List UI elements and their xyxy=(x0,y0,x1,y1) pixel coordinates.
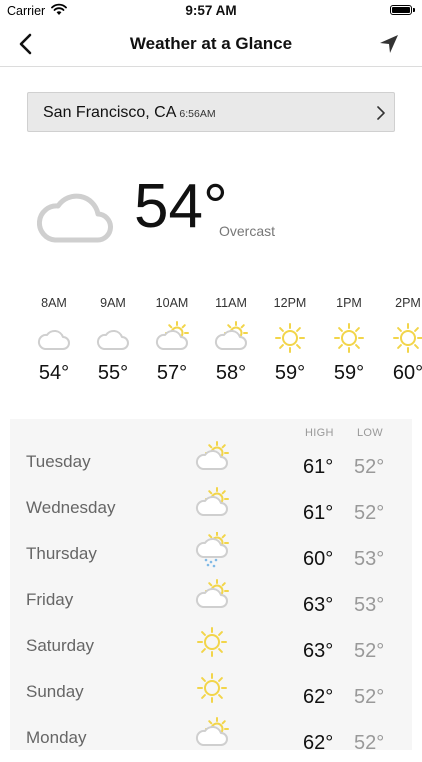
day-high: 62° xyxy=(303,732,334,754)
partly-sunny-icon xyxy=(194,486,230,522)
location-time: 6:56AM xyxy=(179,108,216,120)
partly-sunny-icon xyxy=(194,716,230,752)
cloud-icon xyxy=(37,193,113,243)
sun-icon xyxy=(194,670,230,706)
current-temperature: 54° xyxy=(134,172,228,241)
location-selector-button[interactable]: San Francisco, CA 6:56AM xyxy=(27,92,395,132)
day-name: Tuesday xyxy=(26,452,91,471)
hour-item: 11AM 58° xyxy=(206,296,256,385)
day-high: 62° xyxy=(303,686,334,708)
hour-temp: 60° xyxy=(392,362,422,384)
day-low: 52° xyxy=(354,502,385,524)
hour-item: 2PM 60° xyxy=(383,296,422,385)
cloud-icon xyxy=(88,314,138,362)
daily-row[interactable]: Thursday 60° 53° xyxy=(10,531,412,578)
hour-temp: 55° xyxy=(97,362,129,384)
hour-temp: 54° xyxy=(38,362,70,384)
hour-temp: 58° xyxy=(215,362,247,384)
hour-time: 9AM xyxy=(100,296,126,310)
day-name: Thursday xyxy=(26,544,97,563)
hour-item: 10AM 57° xyxy=(147,296,197,385)
hour-time: 12PM xyxy=(273,296,307,310)
hour-temp: 59° xyxy=(274,362,306,384)
partly-sunny-icon xyxy=(206,314,256,362)
daily-row[interactable]: Saturday 63° 52° xyxy=(10,624,412,670)
hour-item: 1PM 59° xyxy=(324,296,374,385)
partly-sunny-icon xyxy=(194,440,230,476)
cloud-icon xyxy=(29,314,79,362)
hour-time: 2PM xyxy=(395,296,421,310)
navigation-bar: Weather at a Glance xyxy=(0,22,422,67)
sun-icon xyxy=(194,624,230,660)
day-low: 53° xyxy=(354,594,385,616)
partly-sunny-icon xyxy=(194,578,230,614)
partly-sunny-icon xyxy=(147,314,197,362)
hourly-forecast[interactable]: 8AM 54° 9AM 55° 10AM 57° 11AM 58° 12PM 5… xyxy=(0,296,422,396)
battery-tip xyxy=(413,8,415,12)
hour-time: 8AM xyxy=(41,296,67,310)
day-name: Saturday xyxy=(26,636,95,655)
day-low: 52° xyxy=(354,640,385,662)
page-title: Weather at a Glance xyxy=(129,34,293,53)
current-condition: Overcast xyxy=(219,223,276,239)
hour-item: 8AM 54° xyxy=(29,296,79,385)
high-column-header: HIGH xyxy=(305,427,334,439)
sun-icon xyxy=(324,314,374,362)
day-name: Sunday xyxy=(26,682,84,701)
location-city: San Francisco, CA 6:56AM xyxy=(43,104,216,121)
hour-item: 9AM 55° xyxy=(88,296,138,385)
day-high: 63° xyxy=(303,640,334,662)
day-high: 61° xyxy=(303,502,334,524)
location-arrow-icon[interactable] xyxy=(377,32,401,56)
day-high: 61° xyxy=(303,456,334,478)
daily-row[interactable]: Tuesday 61° 52° xyxy=(10,440,412,486)
day-low: 53° xyxy=(354,548,385,570)
hour-time: 11AM xyxy=(215,296,247,310)
day-low: 52° xyxy=(354,686,385,708)
sun-icon xyxy=(383,314,422,362)
daily-row[interactable]: Monday 62° 52° xyxy=(10,716,412,762)
day-name: Monday xyxy=(26,728,87,747)
hour-temp: 57° xyxy=(156,362,188,384)
hour-temp: 59° xyxy=(333,362,365,384)
hour-time: 1PM xyxy=(336,296,362,310)
battery-icon xyxy=(390,5,412,15)
hour-item: 12PM 59° xyxy=(265,296,315,385)
status-bar: Carrier 9:57 AM xyxy=(0,0,422,22)
day-name: Wednesday xyxy=(26,498,116,517)
sun-icon xyxy=(265,314,315,362)
daily-forecast: HIGH LOW Tuesday 61° 52° Wednesday 61° 5… xyxy=(10,419,412,754)
day-name: Friday xyxy=(26,590,74,609)
status-time: 9:57 AM xyxy=(185,3,237,18)
daily-row[interactable]: Wednesday 61° 52° xyxy=(10,486,412,532)
low-column-header: LOW xyxy=(357,427,383,439)
day-high: 63° xyxy=(303,594,334,616)
chevron-right-icon xyxy=(377,106,385,120)
day-low: 52° xyxy=(354,732,385,754)
day-high: 60° xyxy=(303,548,334,570)
hour-time: 10AM xyxy=(155,296,189,310)
daily-row[interactable]: Sunday 62° 52° xyxy=(10,670,412,716)
daily-row[interactable]: Friday 63° 53° xyxy=(10,578,412,624)
rain-sun-icon xyxy=(194,531,230,568)
day-low: 52° xyxy=(354,456,385,478)
